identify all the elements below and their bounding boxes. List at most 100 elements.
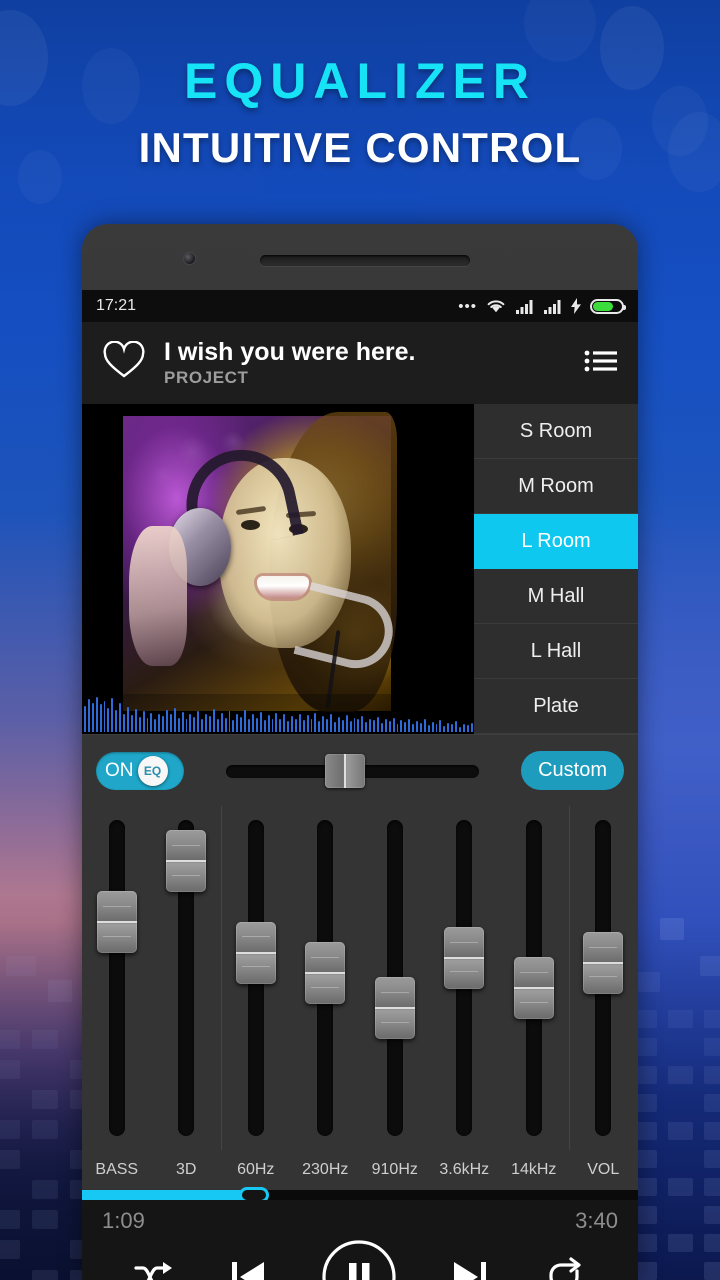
- eq-band-label: 3.6kHz: [439, 1161, 490, 1178]
- custom-preset-button[interactable]: Custom: [521, 751, 624, 790]
- waveform-bar: [341, 720, 344, 732]
- waveform-bar: [427, 725, 430, 732]
- eq-band-60hz[interactable]: [221, 806, 291, 1150]
- signal-sim2-icon: [544, 299, 561, 314]
- eq-band-bass[interactable]: [82, 806, 152, 1150]
- previous-track-icon[interactable]: [228, 1256, 268, 1280]
- waveform-bar: [283, 714, 286, 732]
- waveform-bar: [193, 716, 196, 732]
- eq-band-3-6khz[interactable]: [430, 806, 500, 1150]
- waveform-bar: [400, 720, 403, 732]
- waveform-bar: [248, 719, 250, 732]
- eq-band-thumb[interactable]: [583, 931, 624, 994]
- eq-band-14khz[interactable]: [499, 806, 569, 1150]
- waveform-bar: [291, 716, 293, 732]
- waveform-bar: [318, 721, 321, 732]
- waveform-bar: [228, 711, 231, 732]
- waveform-bar: [173, 707, 176, 732]
- skyline-block: [0, 1120, 20, 1139]
- status-icons: •••: [458, 298, 626, 314]
- skyline-block: [32, 1180, 58, 1199]
- eq-power-toggle[interactable]: ON EQ: [96, 751, 184, 790]
- next-track-icon[interactable]: [450, 1256, 490, 1280]
- earpiece-speaker: [260, 255, 470, 266]
- preset-item-s-room[interactable]: S Room: [474, 404, 638, 459]
- eq-band-230hz[interactable]: [291, 806, 361, 1150]
- total-time: 3:40: [575, 1208, 618, 1233]
- pause-icon[interactable]: [321, 1239, 397, 1280]
- skyline-block: [660, 918, 684, 940]
- eq-band-910hz[interactable]: [360, 806, 430, 1150]
- status-bar: 17:21 •••: [82, 290, 638, 322]
- front-camera-icon: [184, 253, 195, 264]
- song-artist: PROJECT: [164, 368, 249, 387]
- waveform-bar: [459, 726, 461, 732]
- waveform-bar: [103, 700, 106, 732]
- waveform-bar: [220, 712, 223, 732]
- eq-band-thumb[interactable]: [305, 941, 346, 1004]
- skyline-block: [48, 980, 72, 1002]
- heart-icon[interactable]: [102, 339, 146, 386]
- skyline-block: [32, 1210, 58, 1229]
- waveform-bar: [416, 721, 418, 732]
- eq-band-label: BASS: [95, 1161, 139, 1178]
- eq-band-thumb[interactable]: [444, 926, 485, 989]
- preset-label: M Hall: [527, 584, 585, 607]
- waveform-bar: [408, 718, 411, 732]
- seek-bar[interactable]: [82, 1187, 638, 1203]
- skyline-block: [704, 1122, 720, 1140]
- eq-band-vol[interactable]: [568, 806, 639, 1150]
- waveform-bar: [310, 718, 313, 732]
- promo-subtitle: INTUITIVE CONTROL: [138, 124, 582, 171]
- waveform-bar: [119, 703, 122, 732]
- preset-item-plate[interactable]: Plate: [474, 679, 638, 734]
- album-art-container: [82, 404, 474, 734]
- skyline-block: [0, 1060, 20, 1079]
- waveform-bar: [134, 709, 137, 732]
- waveform-bar: [376, 716, 379, 732]
- preset-item-l-room[interactable]: L Room: [474, 514, 638, 569]
- track-info: I wish you were here. PROJECT: [164, 338, 566, 388]
- virtualizer-slider[interactable]: [206, 752, 499, 790]
- skyline-block: [704, 1038, 720, 1056]
- waveform-bar: [322, 716, 325, 732]
- preset-item-m-hall[interactable]: M Hall: [474, 569, 638, 624]
- signal-sim1-icon: [516, 299, 533, 314]
- skyline-block: [0, 1210, 20, 1229]
- waveform-bar: [326, 719, 329, 732]
- eq-band-label: 14kHz: [511, 1161, 557, 1178]
- skyline-block: [638, 972, 660, 992]
- waveform-bar: [392, 717, 395, 732]
- waveform-bar: [396, 723, 399, 732]
- waveform-bar: [369, 718, 372, 732]
- shuffle-icon[interactable]: [133, 1260, 175, 1280]
- virtualizer-thumb[interactable]: [324, 753, 365, 788]
- eq-band-thumb[interactable]: [96, 891, 137, 954]
- battery-icon: [590, 298, 626, 314]
- preset-item-m-room[interactable]: M Room: [474, 459, 638, 514]
- preset-label: S Room: [519, 419, 593, 442]
- preset-label: L Room: [521, 529, 591, 552]
- preset-item-l-hall[interactable]: L Hall: [474, 624, 638, 679]
- waveform-bar: [123, 713, 125, 732]
- repeat-icon[interactable]: [543, 1256, 587, 1280]
- waveform-bar: [365, 721, 368, 732]
- waveform-bar: [259, 711, 262, 732]
- eq-band-thumb[interactable]: [513, 957, 554, 1020]
- eq-band-thumb[interactable]: [235, 921, 276, 984]
- eq-band-thumb[interactable]: [374, 977, 415, 1040]
- skyline-block: [0, 1150, 20, 1169]
- waveform-bar: [95, 696, 98, 732]
- eq-band-3d[interactable]: [152, 806, 222, 1150]
- skyline-block: [668, 1010, 693, 1028]
- list-icon[interactable]: [584, 346, 618, 381]
- waveform-bar: [115, 710, 118, 732]
- eq-band-thumb[interactable]: [166, 830, 207, 893]
- waveform-bar: [158, 713, 161, 732]
- artwork-and-presets: S Room M Room L Room M Hall L Hall Plate: [82, 404, 638, 734]
- waveform-bar: [345, 715, 348, 732]
- preset-list: S Room M Room L Room M Hall L Hall Plate: [474, 404, 638, 734]
- waveform-bar: [423, 719, 426, 732]
- promo-title: EQUALIZER: [184, 53, 536, 109]
- waveform-bar: [353, 717, 356, 732]
